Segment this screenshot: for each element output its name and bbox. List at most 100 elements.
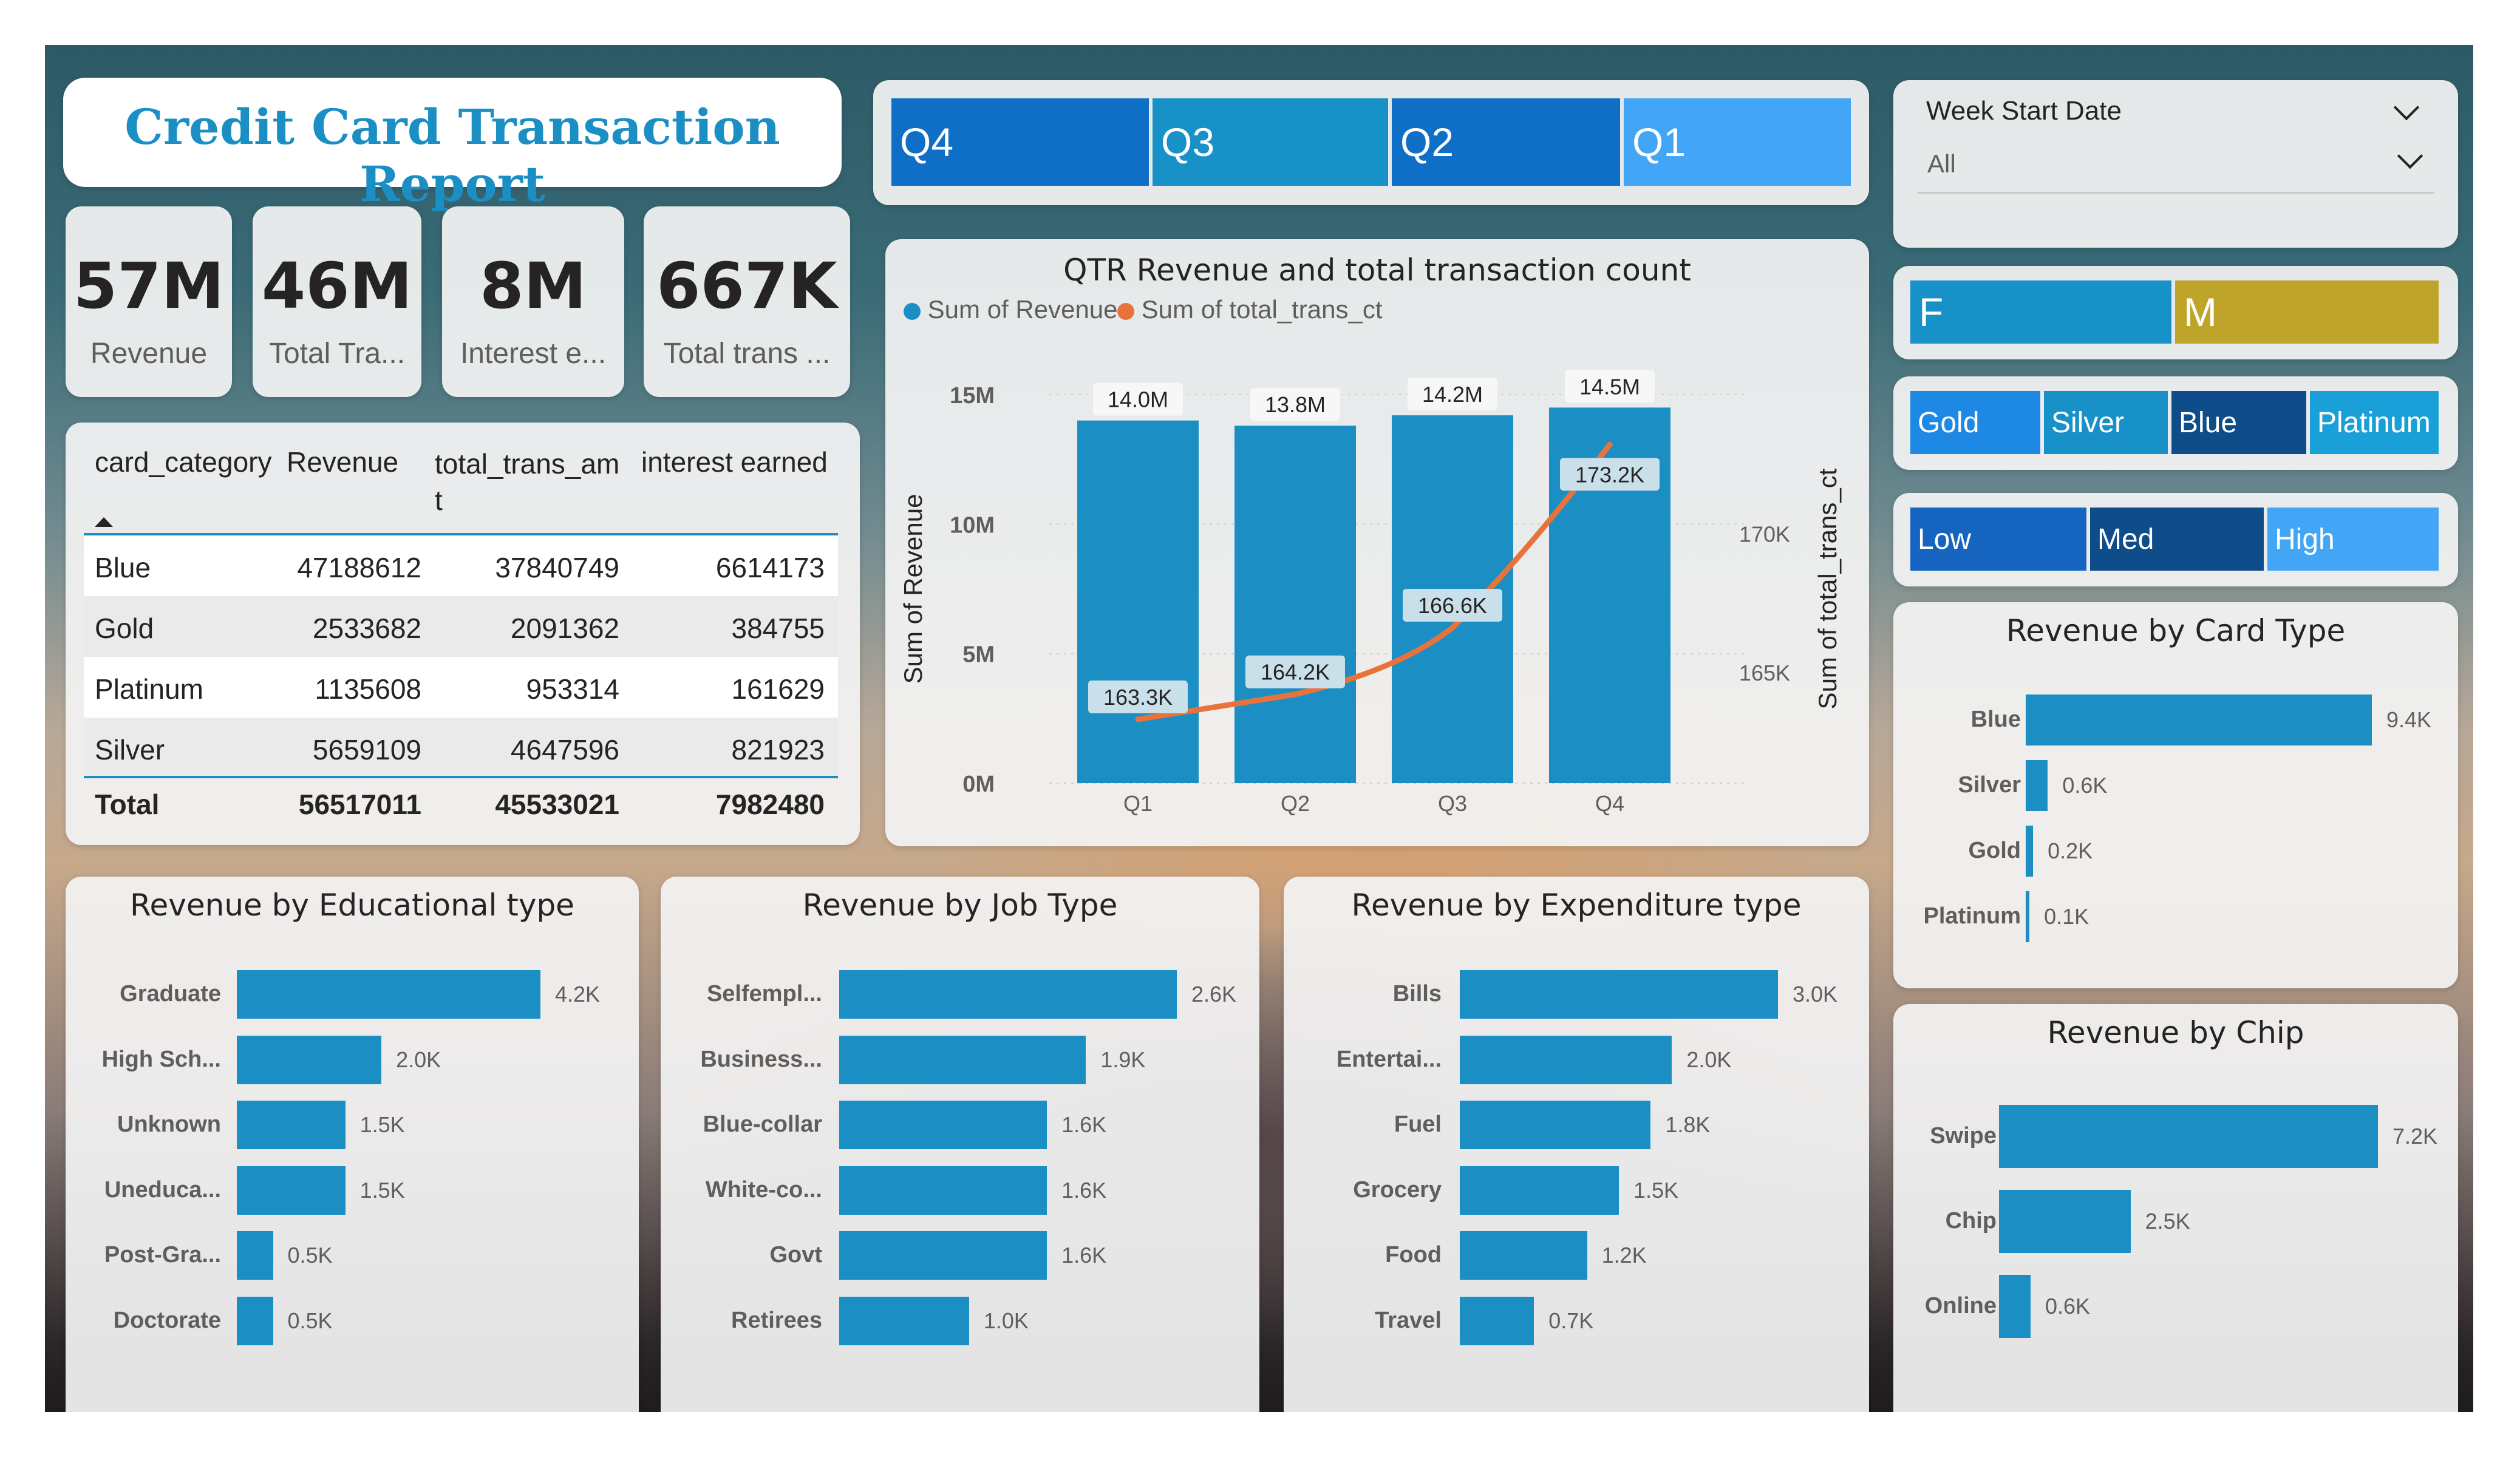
- sort-ascending-icon[interactable]: [94, 516, 114, 528]
- bar[interactable]: [1460, 1166, 1619, 1215]
- bar[interactable]: [237, 1231, 273, 1280]
- bar[interactable]: [839, 1101, 1047, 1149]
- gender-option-m[interactable]: M: [2175, 280, 2439, 344]
- bar[interactable]: [2026, 826, 2034, 877]
- bar-value-label: 4.2K: [555, 982, 601, 1007]
- row-category: Platinum: [95, 673, 203, 705]
- bar[interactable]: [1460, 1231, 1587, 1280]
- bar[interactable]: [1460, 1101, 1651, 1149]
- y-left-tick-label: 15M: [950, 383, 995, 409]
- bar[interactable]: [2026, 695, 2372, 745]
- gender-option-f[interactable]: F: [1910, 280, 2171, 344]
- bar-value-label: 1.5K: [359, 1177, 405, 1203]
- bar[interactable]: [1999, 1190, 2131, 1253]
- quarter-option-q3[interactable]: Q3: [1153, 98, 1388, 186]
- bar[interactable]: [1999, 1275, 2031, 1338]
- row-interest: 6614173: [715, 552, 825, 583]
- bar-value-label: 1.5K: [359, 1112, 405, 1137]
- total-revenue: 56517011: [298, 789, 421, 820]
- income-slicer: Low Med High: [1893, 493, 2458, 586]
- bar[interactable]: [1460, 1035, 1672, 1084]
- quarter-option-q4[interactable]: Q4: [891, 98, 1149, 186]
- row-revenue: 47188612: [297, 552, 421, 583]
- table-row[interactable]: Gold 2533682 2091362 384755: [84, 596, 838, 657]
- total-label: Total: [95, 789, 160, 820]
- bar[interactable]: [839, 1296, 969, 1345]
- income-option-med[interactable]: Med: [2090, 508, 2264, 571]
- report-title: Credit Card Transaction Report: [124, 98, 780, 212]
- income-option-high[interactable]: High: [2267, 508, 2439, 571]
- quarter-option-q2[interactable]: Q2: [1392, 98, 1620, 186]
- bar-label: Bills: [1392, 981, 1442, 1007]
- y-right-axis-title: Sum of total_trans_ct: [1813, 468, 1842, 709]
- bar-value-label: 2.5K: [2145, 1209, 2190, 1234]
- bar-label: Doctorate: [113, 1307, 221, 1333]
- row-trans-amt: 2091362: [510, 613, 619, 644]
- bar-label: Grocery: [1353, 1177, 1442, 1203]
- line-data-label: 164.2K: [1261, 660, 1330, 685]
- bar[interactable]: [839, 1035, 1086, 1084]
- revenue-bar[interactable]: [1077, 420, 1199, 783]
- revenue-by-card-type-chart: Revenue by Card Type Blue 9.4K Silver 0.6K G…: [1893, 602, 2458, 988]
- qtr-revenue-chart: QTR Revenue and total transaction count …: [885, 239, 1869, 846]
- bar[interactable]: [839, 1231, 1047, 1280]
- table-row[interactable]: Silver 5659109 4647596 821923: [84, 718, 838, 778]
- income-option-low[interactable]: Low: [1910, 508, 2086, 571]
- bar-label: Silver: [1958, 772, 2021, 798]
- bar-value-label: 1.2K: [1601, 1243, 1647, 1268]
- table-row[interactable]: Platinum 1135608 953314 161629: [84, 657, 838, 718]
- card-option-platinum[interactable]: Platinum: [2310, 391, 2439, 454]
- bar-value-label: 0.5K: [287, 1308, 333, 1333]
- table-header[interactable]: total_trans_am t: [435, 446, 619, 518]
- revenue-bar[interactable]: [1234, 426, 1356, 783]
- bar-label: Food: [1385, 1242, 1442, 1268]
- bar[interactable]: [839, 1166, 1047, 1215]
- bar[interactable]: [1460, 970, 1778, 1019]
- bar-label: Graduate: [120, 981, 221, 1007]
- bar-value-label: 2.6K: [1191, 982, 1237, 1007]
- slicer-title: Week Start Date: [1926, 96, 2122, 126]
- row-trans-amt: 953314: [526, 673, 620, 705]
- chart-title: Revenue by Card Type: [2006, 613, 2346, 648]
- bar-data-label: 14.0M: [1108, 387, 1168, 412]
- line-data-label: 166.6K: [1418, 593, 1487, 618]
- table-header[interactable]: Revenue: [287, 446, 398, 478]
- bar-label: Unknown: [117, 1112, 221, 1137]
- bar[interactable]: [839, 970, 1177, 1019]
- bar[interactable]: [1999, 1105, 2378, 1168]
- kpi-card-revenue: 57M Revenue: [66, 206, 232, 397]
- bar[interactable]: [237, 1101, 346, 1149]
- card-option-gold[interactable]: Gold: [1910, 391, 2040, 454]
- revenue-by-expenditure-chart: Revenue by Expenditure type Bills 3.0K Ent…: [1284, 877, 1869, 1412]
- row-revenue: 1135608: [315, 673, 421, 705]
- bar-label: White-co...: [705, 1177, 822, 1203]
- week-start-slicer: Week Start Date All: [1893, 80, 2458, 248]
- kpi-label: Total trans ...: [663, 338, 831, 370]
- bar[interactable]: [237, 1296, 273, 1345]
- bar-value-label: 2.0K: [1686, 1047, 1732, 1072]
- bar[interactable]: [237, 970, 540, 1019]
- quarter-option-q1[interactable]: Q1: [1624, 98, 1851, 186]
- chart-title: Revenue by Job Type: [802, 888, 1118, 923]
- bar[interactable]: [2026, 760, 2048, 811]
- collapse-chevron-icon[interactable]: [2393, 94, 2420, 121]
- bar[interactable]: [237, 1035, 382, 1084]
- table-row[interactable]: Blue 47188612 37840749 6614173: [84, 535, 838, 596]
- chart-title: Revenue by Educational type: [130, 888, 574, 923]
- bar-label: Post-Gra...: [104, 1242, 221, 1268]
- bar[interactable]: [1460, 1296, 1534, 1345]
- bar-data-label: 14.5M: [1579, 374, 1640, 399]
- y-left-axis-title: Sum of Revenue: [899, 494, 927, 684]
- week-dropdown[interactable]: All: [1918, 136, 2434, 194]
- revenue-by-education-chart: Revenue by Educational type Graduate 4.2K…: [66, 877, 639, 1412]
- card-option-blue[interactable]: Blue: [2171, 391, 2306, 454]
- card-option-silver[interactable]: Silver: [2044, 391, 2168, 454]
- bar[interactable]: [237, 1166, 346, 1215]
- y-left-tick-label: 0M: [962, 772, 995, 797]
- table-header[interactable]: card_category: [95, 446, 272, 478]
- table-header[interactable]: interest earned: [641, 446, 828, 478]
- bar-label: Retirees: [731, 1307, 822, 1333]
- bar-value-label: 0.7K: [1548, 1308, 1594, 1333]
- bar[interactable]: [2026, 891, 2030, 942]
- bar-value-label: 0.6K: [2062, 773, 2108, 798]
